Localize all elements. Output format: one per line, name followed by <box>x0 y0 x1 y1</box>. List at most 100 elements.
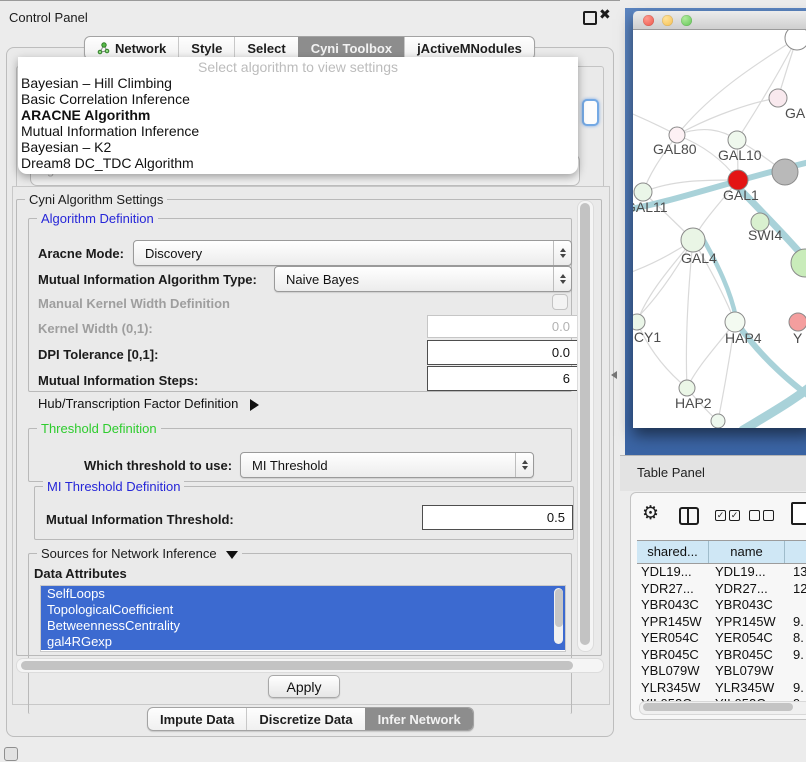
mi-threshold-definition-title: MI Threshold Definition <box>43 479 184 494</box>
table-cell: YDL19... <box>709 564 785 581</box>
algorithm-option[interactable]: Basic Correlation Inference <box>18 91 578 107</box>
tab-label: Impute Data <box>160 712 234 727</box>
attribute-item[interactable]: gal4RGexp <box>41 634 565 650</box>
table-row[interactable]: YPR145WYPR145W9. <box>637 614 806 631</box>
network-node-hap4[interactable] <box>725 312 745 332</box>
focused-combobox-spinner[interactable] <box>582 99 599 126</box>
network-node-label: GAL <box>785 105 806 121</box>
column-layout-icon[interactable] <box>679 507 699 525</box>
mi-steps-field[interactable]: 6 <box>427 366 578 391</box>
mi-steps-label: Mutual Information Steps: <box>38 373 198 388</box>
network-node-hap2[interactable] <box>679 380 695 396</box>
algorithm-option[interactable]: Bayesian – K2 <box>18 139 578 155</box>
expanded-arrow-icon <box>226 551 238 559</box>
tab-label: Style <box>191 41 222 56</box>
network-window-titlebar[interactable] <box>633 11 806 30</box>
minimize-traffic-light-icon[interactable] <box>662 15 673 26</box>
panel-collapse-arrow-icon[interactable] <box>611 371 617 379</box>
network-node[interactable] <box>785 30 806 50</box>
tab-style[interactable]: Style <box>178 37 234 59</box>
table-row[interactable]: YLR345WYLR345W9. <box>637 680 806 697</box>
network-canvas[interactable]: GALGAL80GAL10GAL1GAL11GAL4SWI4GCY1HAP4YH… <box>633 30 806 428</box>
algorithm-option[interactable]: Bayesian – Hill Climbing <box>18 75 578 91</box>
manual-kernel-width-checkbox[interactable] <box>552 294 568 310</box>
data-attributes-list[interactable]: SelfLoopsTopologicalCoefficientBetweenne… <box>40 585 566 652</box>
cyni-mode-tabs: Impute Data Discretize Data Infer Network <box>147 707 474 731</box>
tab-select[interactable]: Select <box>234 37 297 59</box>
table-row[interactable]: YER054CYER054C8. <box>637 630 806 647</box>
close-traffic-light-icon[interactable] <box>643 15 654 26</box>
network-node-gal4[interactable] <box>681 228 705 252</box>
zoom-traffic-light-icon[interactable] <box>681 15 692 26</box>
network-node-label: GAL11 <box>633 199 668 215</box>
table-cell: YLR345W <box>637 680 709 697</box>
tab-impute-data[interactable]: Impute Data <box>148 708 246 730</box>
float-window-icon[interactable] <box>583 11 597 25</box>
select-all-checkboxes-icon[interactable]: ✓✓ <box>715 510 740 521</box>
node-table: shared...nameA YDL19...YDL19...13YDR27..… <box>637 540 806 713</box>
algorithm-option[interactable]: Mutual Information Inference <box>18 123 578 139</box>
algorithm-dropdown-placeholder: Select algorithm to view settings <box>18 57 578 75</box>
column-header[interactable]: name <box>709 541 785 563</box>
table-cell <box>785 597 806 614</box>
kernel-width-field[interactable]: 0.0 <box>427 315 578 338</box>
tab-discretize-data[interactable]: Discretize Data <box>246 708 364 730</box>
table-row[interactable]: YDR27...YDR27...12 <box>637 581 806 598</box>
hub-definition-toggle[interactable]: Hub/Transcription Factor Definition <box>38 396 259 411</box>
table-row[interactable]: YBL079WYBL079W <box>637 663 806 680</box>
table-cell: 13 <box>785 564 806 581</box>
attribute-item[interactable]: TopologicalCoefficient <box>41 602 565 618</box>
new-table-icon[interactable] <box>791 502 806 525</box>
table-panel: ⚙ ✓✓ shared...nameA YDL19...YDL19...13YD… <box>630 492 806 720</box>
mi-threshold-field[interactable]: 0.5 <box>422 505 573 530</box>
network-node-label: Y <box>793 330 803 346</box>
dpi-tolerance-field[interactable]: 0.0 <box>427 340 578 365</box>
algorithm-option[interactable]: ARACNE Algorithm <box>18 107 578 123</box>
table-row[interactable]: YDL19...YDL19...13 <box>637 564 806 581</box>
settings-horizontal-scrollbar[interactable] <box>16 658 604 673</box>
table-cell: 9. <box>785 614 806 631</box>
combobox-spinner-icon <box>515 453 533 477</box>
sources-title-row[interactable]: Sources for Network Inference <box>37 546 242 561</box>
mi-algorithm-type-combobox[interactable]: Naive Bayes <box>274 266 572 292</box>
attribute-list-scrollbar[interactable] <box>554 588 563 644</box>
network-node[interactable] <box>772 159 798 185</box>
mi-algorithm-type-label: Mutual Information Algorithm Type: <box>38 272 257 287</box>
network-node[interactable] <box>791 249 806 277</box>
manual-kernel-width-label: Manual Kernel Width Definition <box>38 296 230 311</box>
aracne-mode-combobox[interactable]: Discovery <box>133 240 572 266</box>
network-node[interactable] <box>711 414 725 428</box>
attribute-item[interactable]: BetweennessCentrality <box>41 618 565 634</box>
algorithm-option[interactable]: Dream8 DC_TDC Algorithm <box>18 155 578 171</box>
deselect-all-checkboxes-icon[interactable] <box>749 510 774 521</box>
column-header[interactable]: shared... <box>637 541 709 563</box>
which-threshold-combobox[interactable]: MI Threshold <box>240 452 534 478</box>
table-horizontal-scrollbar[interactable] <box>639 701 806 715</box>
table-cell: YER054C <box>709 630 785 647</box>
network-tab-icon <box>97 42 110 55</box>
attribute-item[interactable]: SelfLoops <box>41 586 565 602</box>
network-node-gcy1[interactable] <box>633 314 645 330</box>
minimized-panel-icon[interactable] <box>4 747 18 761</box>
gear-icon[interactable]: ⚙ <box>642 504 659 523</box>
close-icon[interactable]: ✖ <box>599 6 611 23</box>
table-row[interactable]: YBR043CYBR043C <box>637 597 806 614</box>
tab-infer-network[interactable]: Infer Network <box>365 708 473 730</box>
sources-title: Sources for Network Inference <box>41 546 217 561</box>
network-window[interactable]: GALGAL80GAL10GAL1GAL11GAL4SWI4GCY1HAP4YH… <box>633 11 806 428</box>
network-node-label: GCY1 <box>633 329 661 345</box>
table-row[interactable]: YBR045CYBR045C9. <box>637 647 806 664</box>
which-threshold-label: Which threshold to use: <box>84 458 232 473</box>
tab-network[interactable]: Network <box>85 37 178 59</box>
network-node-y[interactable] <box>789 313 806 331</box>
network-node-label: GAL10 <box>718 147 762 163</box>
tab-jactivemnodules[interactable]: jActiveMNodules <box>404 37 534 59</box>
settings-vertical-scrollbar[interactable] <box>577 200 594 652</box>
dpi-tolerance-label: DPI Tolerance [0,1]: <box>38 347 158 362</box>
network-node-label: SWI4 <box>748 227 782 243</box>
apply-button[interactable]: Apply <box>268 675 340 698</box>
tab-cyni-toolbox[interactable]: Cyni Toolbox <box>298 37 404 59</box>
column-header[interactable]: A <box>785 541 806 563</box>
table-header-row[interactable]: shared...nameA <box>637 540 806 564</box>
tab-label: Discretize Data <box>259 712 352 727</box>
